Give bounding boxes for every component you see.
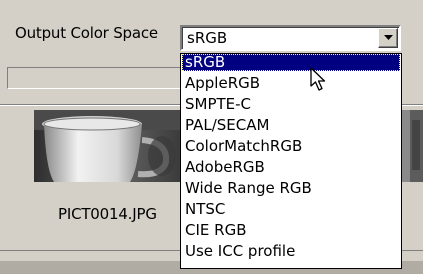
dropdown-option[interactable]: Use ICC profile bbox=[182, 243, 400, 260]
output-color-space-label: Output Color Space bbox=[15, 24, 158, 42]
photo-image bbox=[34, 110, 182, 182]
dropdown-option[interactable]: PAL/SECAM bbox=[182, 117, 400, 134]
output-color-space-value: sRGB bbox=[187, 29, 228, 47]
dropdown-button[interactable] bbox=[378, 28, 398, 48]
thumbnail-filename: PICT0014.JPG bbox=[58, 205, 157, 223]
thumbnail-image[interactable] bbox=[34, 110, 182, 182]
dropdown-option[interactable]: CIE RGB bbox=[182, 222, 400, 239]
output-color-space-select[interactable]: sRGB bbox=[180, 25, 401, 51]
dropdown-option[interactable]: Wide Range RGB bbox=[182, 180, 400, 197]
dropdown-option[interactable]: ColorMatchRGB bbox=[182, 138, 400, 155]
dropdown-option[interactable]: AdobeRGB bbox=[182, 159, 400, 176]
progress-bar bbox=[7, 67, 187, 89]
dropdown-option[interactable]: AppleRGB bbox=[182, 75, 400, 92]
output-settings-panel: Output Color Space sRGB PICT0014.JPG sRG… bbox=[0, 0, 423, 274]
color-space-dropdown-list[interactable]: sRGB AppleRGB SMPTE-C PAL/SECAM ColorMat… bbox=[180, 53, 402, 269]
chevron-down-icon bbox=[384, 35, 393, 40]
dropdown-option[interactable]: NTSC bbox=[182, 201, 400, 218]
mouse-pointer-icon bbox=[310, 67, 326, 91]
dropdown-option[interactable]: SMPTE-C bbox=[182, 96, 400, 113]
dropdown-option[interactable]: sRGB bbox=[182, 54, 400, 71]
